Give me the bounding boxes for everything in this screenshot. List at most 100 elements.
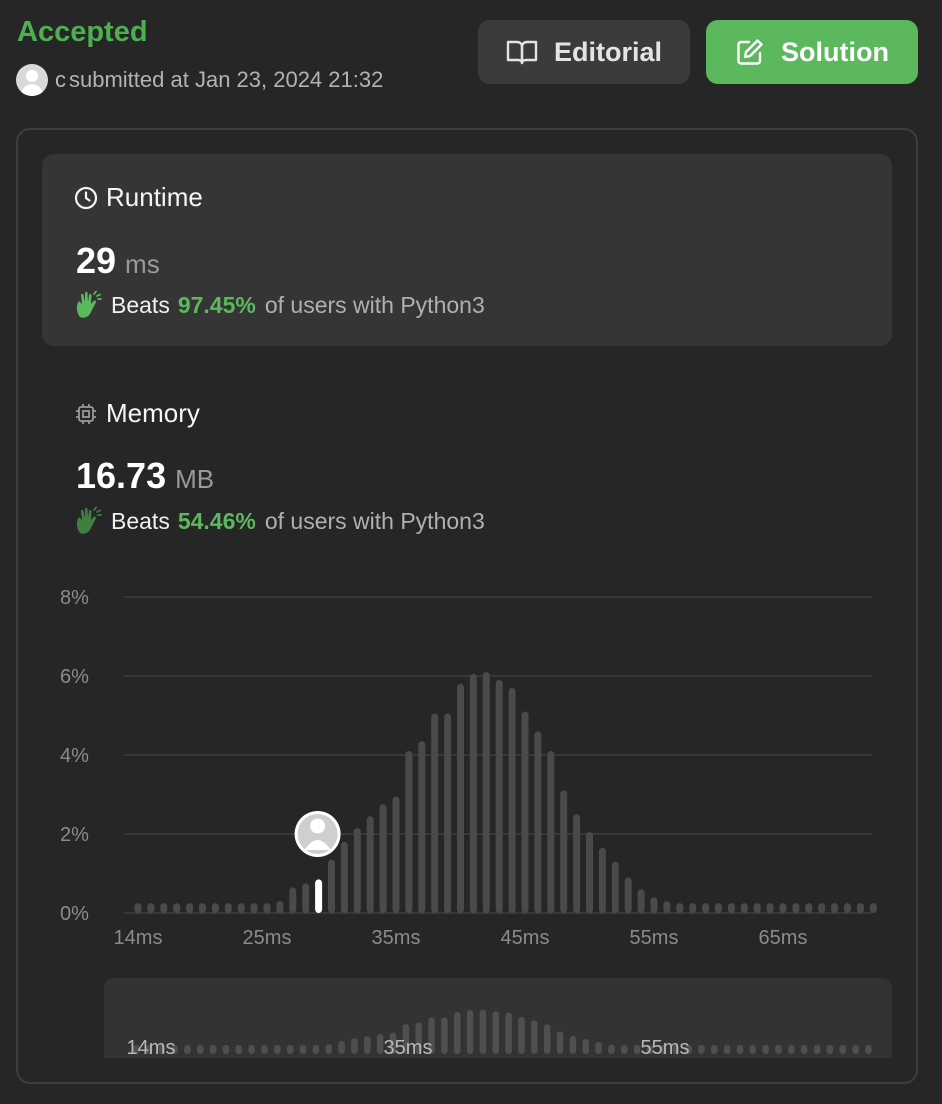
- bar[interactable]: [173, 903, 181, 913]
- navigator-bar: [723, 1045, 731, 1054]
- bar[interactable]: [676, 903, 684, 913]
- bar[interactable]: [805, 903, 813, 913]
- navigator-bar: [492, 1011, 500, 1054]
- bar[interactable]: [186, 903, 194, 913]
- y-tick-label: 0%: [60, 903, 89, 925]
- bar[interactable]: [444, 713, 452, 913]
- bar-current-submission[interactable]: [315, 879, 323, 913]
- bar[interactable]: [831, 903, 839, 913]
- bar[interactable]: [469, 674, 477, 913]
- bar[interactable]: [224, 903, 232, 913]
- memory-beats: Beats 54.46% of users with Python3: [73, 506, 485, 536]
- editorial-button[interactable]: Editorial: [478, 20, 690, 84]
- editorial-label: Editorial: [553, 36, 662, 67]
- runtime-title: Runtime: [74, 182, 203, 213]
- navigator-bar: [209, 1045, 217, 1054]
- x-tick-label: 14ms: [114, 927, 163, 949]
- bar[interactable]: [289, 887, 297, 913]
- bar[interactable]: [250, 903, 258, 913]
- memory-beats-label: Beats: [111, 507, 170, 534]
- bar[interactable]: [702, 903, 710, 913]
- bar[interactable]: [715, 903, 722, 913]
- bar[interactable]: [818, 903, 826, 913]
- bar[interactable]: [418, 741, 426, 913]
- bar[interactable]: [147, 903, 155, 913]
- bar[interactable]: [624, 877, 632, 913]
- navigator-bar: [788, 1045, 795, 1054]
- navigator-bar: [595, 1042, 602, 1054]
- runtime-distribution-chart[interactable]: 0% 2% 4% 6% 8% 14ms 25ms 35ms 45ms 55ms 65ms: [50, 580, 890, 960]
- navigator-bar: [235, 1045, 243, 1054]
- bar[interactable]: [134, 903, 142, 913]
- bar[interactable]: [560, 790, 568, 913]
- runtime-title-text: Runtime: [106, 182, 203, 212]
- bar[interactable]: [482, 672, 490, 913]
- bar[interactable]: [650, 897, 658, 913]
- submitted-timestamp: submitted at Jan 23, 2024 21:32: [69, 67, 384, 92]
- bar[interactable]: [366, 816, 374, 913]
- bar[interactable]: [276, 901, 284, 913]
- avatar[interactable]: [16, 64, 48, 96]
- my-submission-marker[interactable]: [294, 811, 341, 857]
- navigator-bar: [621, 1045, 628, 1054]
- bar[interactable]: [328, 859, 335, 913]
- memory-title[interactable]: Memory: [74, 398, 200, 429]
- navigator-bar: [248, 1045, 255, 1054]
- runtime-beats: Beats 97.45% of users with Python3: [73, 290, 485, 320]
- navigator-bar: [826, 1045, 834, 1054]
- bar[interactable]: [237, 903, 245, 913]
- bar[interactable]: [637, 889, 645, 913]
- memory-metric: 16.73 MB: [76, 455, 214, 497]
- bar[interactable]: [521, 711, 529, 913]
- bar[interactable]: [844, 903, 851, 913]
- bar[interactable]: [779, 903, 787, 913]
- navigator-bar: [736, 1045, 744, 1054]
- navigator-bar: [505, 1012, 512, 1054]
- chart-navigator[interactable]: 14ms 35ms 55ms: [104, 978, 892, 1058]
- bar[interactable]: [211, 903, 219, 913]
- bar[interactable]: [611, 861, 619, 913]
- bar[interactable]: [856, 903, 864, 913]
- bar[interactable]: [160, 903, 168, 913]
- y-tick-label: 6%: [60, 666, 89, 688]
- navigator-bar: [852, 1045, 859, 1054]
- navigator-bar: [454, 1011, 461, 1054]
- solution-button[interactable]: Solution: [706, 20, 918, 84]
- navigator-bar: [197, 1045, 204, 1054]
- runtime-metric: 29 ms: [76, 240, 160, 282]
- bar[interactable]: [727, 903, 735, 913]
- bar[interactable]: [392, 796, 400, 913]
- x-tick-label: 45ms: [501, 927, 550, 949]
- bar[interactable]: [302, 883, 310, 913]
- bar[interactable]: [379, 804, 387, 913]
- bar[interactable]: [508, 687, 516, 913]
- bar[interactable]: [869, 903, 877, 913]
- bar[interactable]: [598, 847, 606, 913]
- bar[interactable]: [547, 751, 555, 913]
- bar[interactable]: [405, 751, 413, 913]
- bar[interactable]: [457, 683, 464, 913]
- bar[interactable]: [792, 903, 800, 913]
- bar[interactable]: [740, 903, 748, 913]
- bar[interactable]: [495, 679, 503, 913]
- bar[interactable]: [753, 903, 761, 913]
- navigator-bar: [762, 1045, 769, 1054]
- username[interactable]: c: [55, 67, 69, 93]
- navigator-label: 55ms: [641, 1037, 690, 1058]
- bar[interactable]: [663, 901, 671, 913]
- bar[interactable]: [263, 903, 271, 913]
- solution-label: Solution: [781, 36, 889, 67]
- navigator-bar: [364, 1036, 371, 1054]
- bar[interactable]: [199, 903, 206, 913]
- bar[interactable]: [766, 903, 774, 913]
- navigator-bar: [299, 1045, 307, 1054]
- bar[interactable]: [534, 731, 542, 913]
- bar[interactable]: [689, 903, 697, 913]
- bar[interactable]: [586, 832, 593, 913]
- bar[interactable]: [340, 841, 348, 913]
- navigator-bar: [466, 1010, 474, 1054]
- bar[interactable]: [431, 713, 439, 913]
- navigator-bar: [222, 1045, 230, 1054]
- bar[interactable]: [573, 814, 581, 913]
- bar[interactable]: [353, 828, 361, 913]
